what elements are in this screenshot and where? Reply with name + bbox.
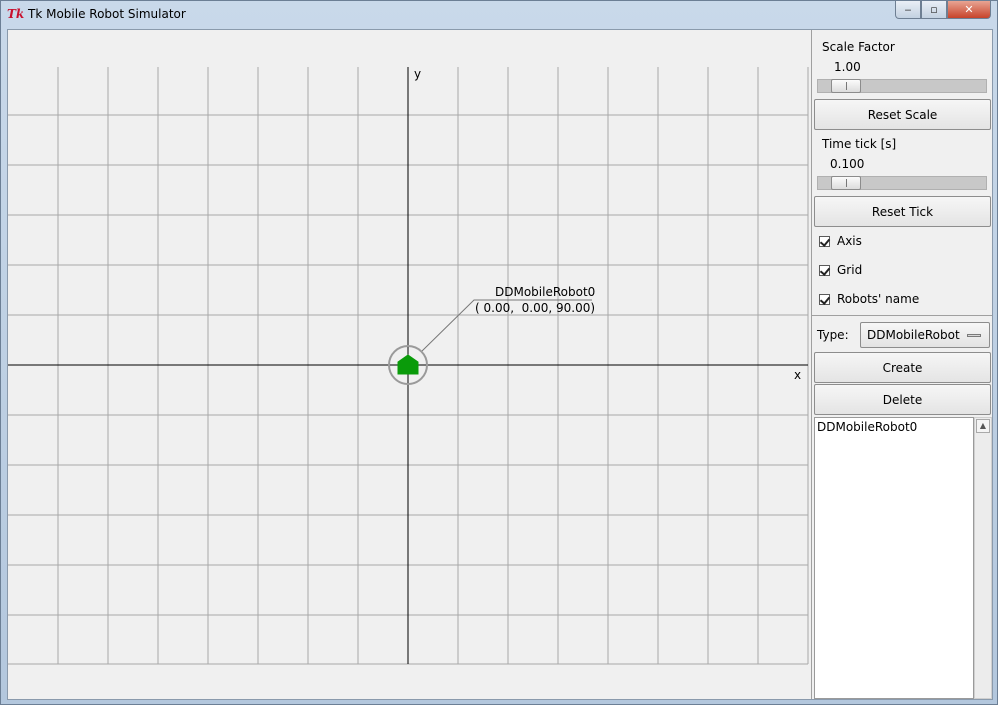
axis-checkbox-row[interactable]: Axis — [819, 233, 862, 249]
close-icon: ✕ — [964, 3, 974, 16]
type-label: Type: — [817, 328, 849, 342]
scale-factor-label: Scale Factor — [822, 40, 895, 54]
app-window: Tk Tk Mobile Robot Simulator ‒ ▫ ✕ y x D… — [0, 0, 998, 705]
time-tick-label: Time tick [s] — [822, 137, 897, 151]
tk-feather-icon: Tk — [7, 7, 25, 21]
robot-type-select[interactable]: DDMobileRobot — [860, 322, 990, 348]
robot-type-value: DDMobileRobot — [867, 328, 960, 342]
time-tick-slider[interactable] — [817, 176, 987, 190]
window-controls: ‒ ▫ ✕ — [895, 1, 991, 21]
robot-listbox[interactable]: DDMobileRobot0 — [814, 417, 974, 699]
scale-factor-slider[interactable] — [817, 79, 987, 93]
robot-pose-label: ( 0.00, 0.00, 90.00) — [475, 301, 596, 315]
robot-name-label: DDMobileRobot0 — [495, 285, 596, 299]
grid-checkbox-row[interactable]: Grid — [819, 262, 862, 278]
scroll-up-icon[interactable]: ▲ — [976, 419, 990, 433]
robots-name-checkbox-row[interactable]: Robots' name — [819, 291, 919, 307]
reset-tick-button[interactable]: Reset Tick — [814, 196, 991, 227]
close-button[interactable]: ✕ — [947, 1, 991, 19]
listbox-scrollbar[interactable]: ▲ — [974, 417, 992, 699]
grid-checkbox[interactable] — [819, 264, 830, 276]
axis-checkbox-label: Axis — [837, 234, 862, 248]
axis-checkbox[interactable] — [819, 235, 830, 247]
robots-name-checkbox[interactable] — [819, 293, 830, 305]
title-bar[interactable]: Tk Tk Mobile Robot Simulator ‒ ▫ ✕ — [1, 1, 997, 28]
window-title: Tk Mobile Robot Simulator — [28, 7, 186, 21]
panel-divider — [812, 315, 992, 316]
client-area: y x DDMobileRobot0 ( 0.00, 0.00, 90.00) … — [7, 29, 993, 700]
maximize-button[interactable]: ▫ — [921, 1, 947, 19]
scale-factor-value: 1.00 — [834, 60, 861, 74]
y-axis-label: y — [414, 67, 422, 81]
tick-slider-thumb[interactable] — [831, 176, 861, 190]
list-item[interactable]: DDMobileRobot0 — [815, 418, 973, 436]
x-axis-label: x — [794, 368, 802, 382]
minimize-button[interactable]: ‒ — [895, 1, 921, 19]
delete-button[interactable]: Delete — [814, 384, 991, 415]
time-tick-value: 0.100 — [830, 157, 865, 171]
grid-checkbox-label: Grid — [837, 263, 863, 277]
dropdown-indicator-icon — [967, 334, 981, 337]
scale-slider-thumb[interactable] — [831, 79, 861, 93]
minimize-icon: ‒ — [904, 3, 912, 16]
robot-body — [397, 354, 419, 375]
reset-scale-button[interactable]: Reset Scale — [814, 99, 991, 130]
simulation-canvas[interactable]: y x DDMobileRobot0 ( 0.00, 0.00, 90.00) — [8, 30, 812, 699]
create-button[interactable]: Create — [814, 352, 991, 383]
canvas-drawing — [8, 67, 809, 665]
control-panel: Scale Factor 1.00 Reset Scale Time tick … — [812, 30, 992, 699]
maximize-icon: ▫ — [930, 3, 938, 16]
robots-name-checkbox-label: Robots' name — [837, 292, 920, 306]
